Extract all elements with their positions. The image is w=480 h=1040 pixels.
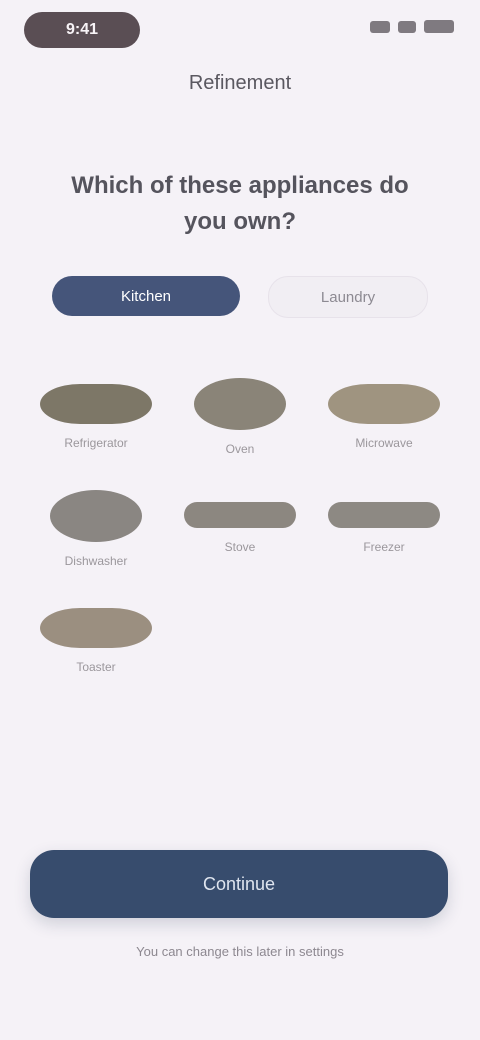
appliance-grid: Refrigerator Oven Microwave Dishwasher S…: [24, 366, 456, 688]
wifi-icon: [398, 20, 416, 33]
appliance-option-refrigerator[interactable]: Refrigerator: [24, 366, 168, 464]
freezer-icon: [328, 502, 440, 528]
page-title: Refinement: [188, 72, 292, 94]
battery-icon: [424, 20, 454, 33]
tab-laundry[interactable]: Laundry: [268, 276, 428, 318]
oven-icon: [194, 378, 286, 430]
appliance-label: Refrigerator: [64, 436, 128, 450]
tab-kitchen[interactable]: Kitchen: [52, 276, 240, 316]
question-heading: Which of these appliances do you own?: [71, 172, 409, 235]
appliance-label: Dishwasher: [64, 554, 128, 568]
appliance-label: Stove: [224, 540, 256, 554]
status-bar: 9:41: [0, 0, 480, 64]
appliance-label: Freezer: [363, 540, 405, 554]
dishwasher-icon: [50, 490, 142, 542]
stove-icon: [184, 502, 296, 528]
appliance-label: Toaster: [76, 660, 116, 674]
microwave-icon: [328, 384, 440, 424]
status-time-pill: 9:41: [24, 12, 140, 48]
appliance-option-oven[interactable]: Oven: [168, 366, 312, 464]
status-icons: [370, 20, 454, 33]
appliance-option-freezer[interactable]: Freezer: [312, 478, 456, 576]
appliance-option-toaster[interactable]: Toaster: [24, 590, 168, 688]
appliance-label: Oven: [225, 442, 255, 456]
refrigerator-icon: [40, 384, 152, 424]
signal-icon: [370, 20, 390, 33]
footer-note: You can change this later in settings: [136, 944, 344, 959]
category-tabs: Kitchen Laundry: [52, 276, 428, 318]
appliance-option-stove[interactable]: Stove: [168, 478, 312, 576]
toaster-icon: [40, 608, 152, 648]
appliance-option-microwave[interactable]: Microwave: [312, 366, 456, 464]
appliance-option-dishwasher[interactable]: Dishwasher: [24, 478, 168, 576]
appliance-label: Microwave: [355, 436, 413, 450]
continue-button[interactable]: Continue: [30, 850, 448, 918]
